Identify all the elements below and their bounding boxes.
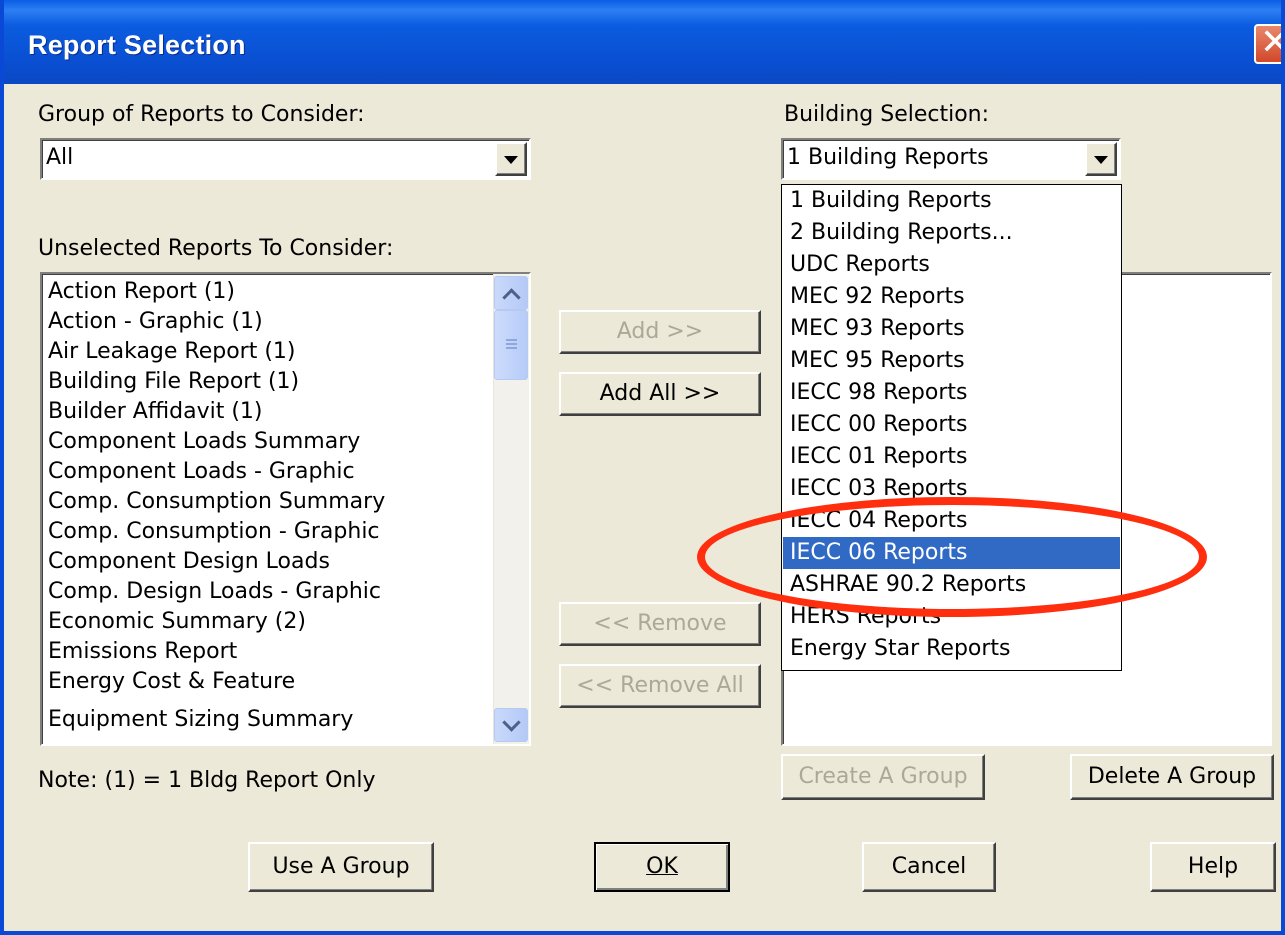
remove-all-button[interactable]: << Remove All [559,664,761,708]
list-item[interactable]: Equipment Sizing Summary [48,706,353,734]
list-item[interactable]: Building File Report (1) [48,368,299,396]
scroll-up-button[interactable] [494,276,528,310]
list-item[interactable]: Comp. Consumption - Graphic [48,518,380,546]
cancel-button[interactable]: Cancel [862,842,996,892]
dropdown-option[interactable]: MEC 92 Reports [783,281,1120,313]
dropdown-option[interactable]: MEC 95 Reports [783,345,1120,377]
unselected-reports-list[interactable]: Action Report (1) Action - Graphic (1) A… [40,272,531,746]
list-item[interactable]: Air Leakage Report (1) [48,338,296,366]
list-item[interactable]: Component Loads - Graphic [48,458,355,486]
chevron-down-icon [502,713,521,732]
building-dropdown-list[interactable]: 1 Building Reports 2 Building Reports...… [781,184,1122,671]
dropdown-option[interactable]: IECC 04 Reports [783,505,1120,537]
list-item[interactable]: Comp. Design Loads - Graphic [48,578,381,606]
dropdown-option[interactable]: ASHRAE 90.2 Reports [783,569,1120,601]
list-item[interactable]: Energy Cost & Feature [48,668,295,696]
dropdown-option[interactable]: 1 Building Reports [783,185,1120,217]
grip-icon [506,339,517,341]
unselected-label: Unselected Reports To Consider: [38,236,394,261]
group-combobox-value: All [46,145,74,170]
dropdown-option-selected[interactable]: IECC 06 Reports [783,537,1120,569]
list-item[interactable]: Economic Summary (2) [48,608,306,636]
ok-button[interactable]: OK [594,842,730,892]
add-all-button[interactable]: Add All >> [559,372,761,416]
list-item[interactable]: Component Loads Summary [48,428,360,456]
scroll-down-button[interactable] [494,708,528,742]
group-combobox[interactable]: All [40,138,531,180]
dropdown-option[interactable]: Energy Star Reports [783,633,1120,665]
dropdown-option[interactable]: MEC 93 Reports [783,313,1120,345]
chevron-down-icon [504,156,518,164]
window-title: Report Selection [28,30,246,60]
list-item[interactable]: Builder Affidavit (1) [48,398,262,426]
delete-group-button[interactable]: Delete A Group [1070,754,1274,800]
close-icon: ✕ [1260,23,1281,63]
dropdown-option[interactable]: IECC 01 Reports [783,441,1120,473]
dropdown-option[interactable]: HERS Reports [783,601,1120,633]
title-bar[interactable]: Report Selection ✕ [4,0,1281,84]
close-button[interactable]: ✕ [1254,23,1281,64]
dropdown-option[interactable]: 2 Building Reports... [783,217,1120,249]
report-selection-dialog: Report Selection ✕ Group of Reports to C… [0,0,1285,935]
use-group-button[interactable]: Use A Group [248,842,434,892]
chevron-up-icon [502,288,521,307]
create-group-button[interactable]: Create A Group [781,754,985,800]
dropdown-option[interactable]: IECC 03 Reports [783,473,1120,505]
list-item[interactable]: Action Report (1) [48,278,235,306]
note-text: Note: (1) = 1 Bldg Report Only [38,768,376,793]
list-item[interactable]: Emissions Report [48,638,237,666]
list-item[interactable]: Action - Graphic (1) [48,308,263,336]
dropdown-option[interactable]: IECC 98 Reports [783,377,1120,409]
dialog-body: Group of Reports to Consider: All Buildi… [4,84,1281,931]
building-combobox[interactable]: 1 Building Reports [781,138,1121,180]
list-item[interactable]: Comp. Consumption Summary [48,488,385,516]
list-item[interactable]: Component Design Loads [48,548,330,576]
scroll-thumb[interactable] [494,310,528,380]
list-scrollbar[interactable] [493,274,529,744]
dropdown-option[interactable]: IECC 00 Reports [783,409,1120,441]
building-label: Building Selection: [784,102,990,127]
building-combobox-value: 1 Building Reports [787,145,989,170]
group-label: Group of Reports to Consider: [38,102,365,127]
building-dropdown-button[interactable] [1085,142,1117,176]
dropdown-option[interactable]: UDC Reports [783,249,1120,281]
help-button[interactable]: Help [1150,842,1276,892]
group-dropdown-button[interactable] [495,142,527,176]
add-button[interactable]: Add >> [559,310,761,354]
chevron-down-icon [1094,156,1108,164]
remove-button[interactable]: << Remove [559,602,761,646]
